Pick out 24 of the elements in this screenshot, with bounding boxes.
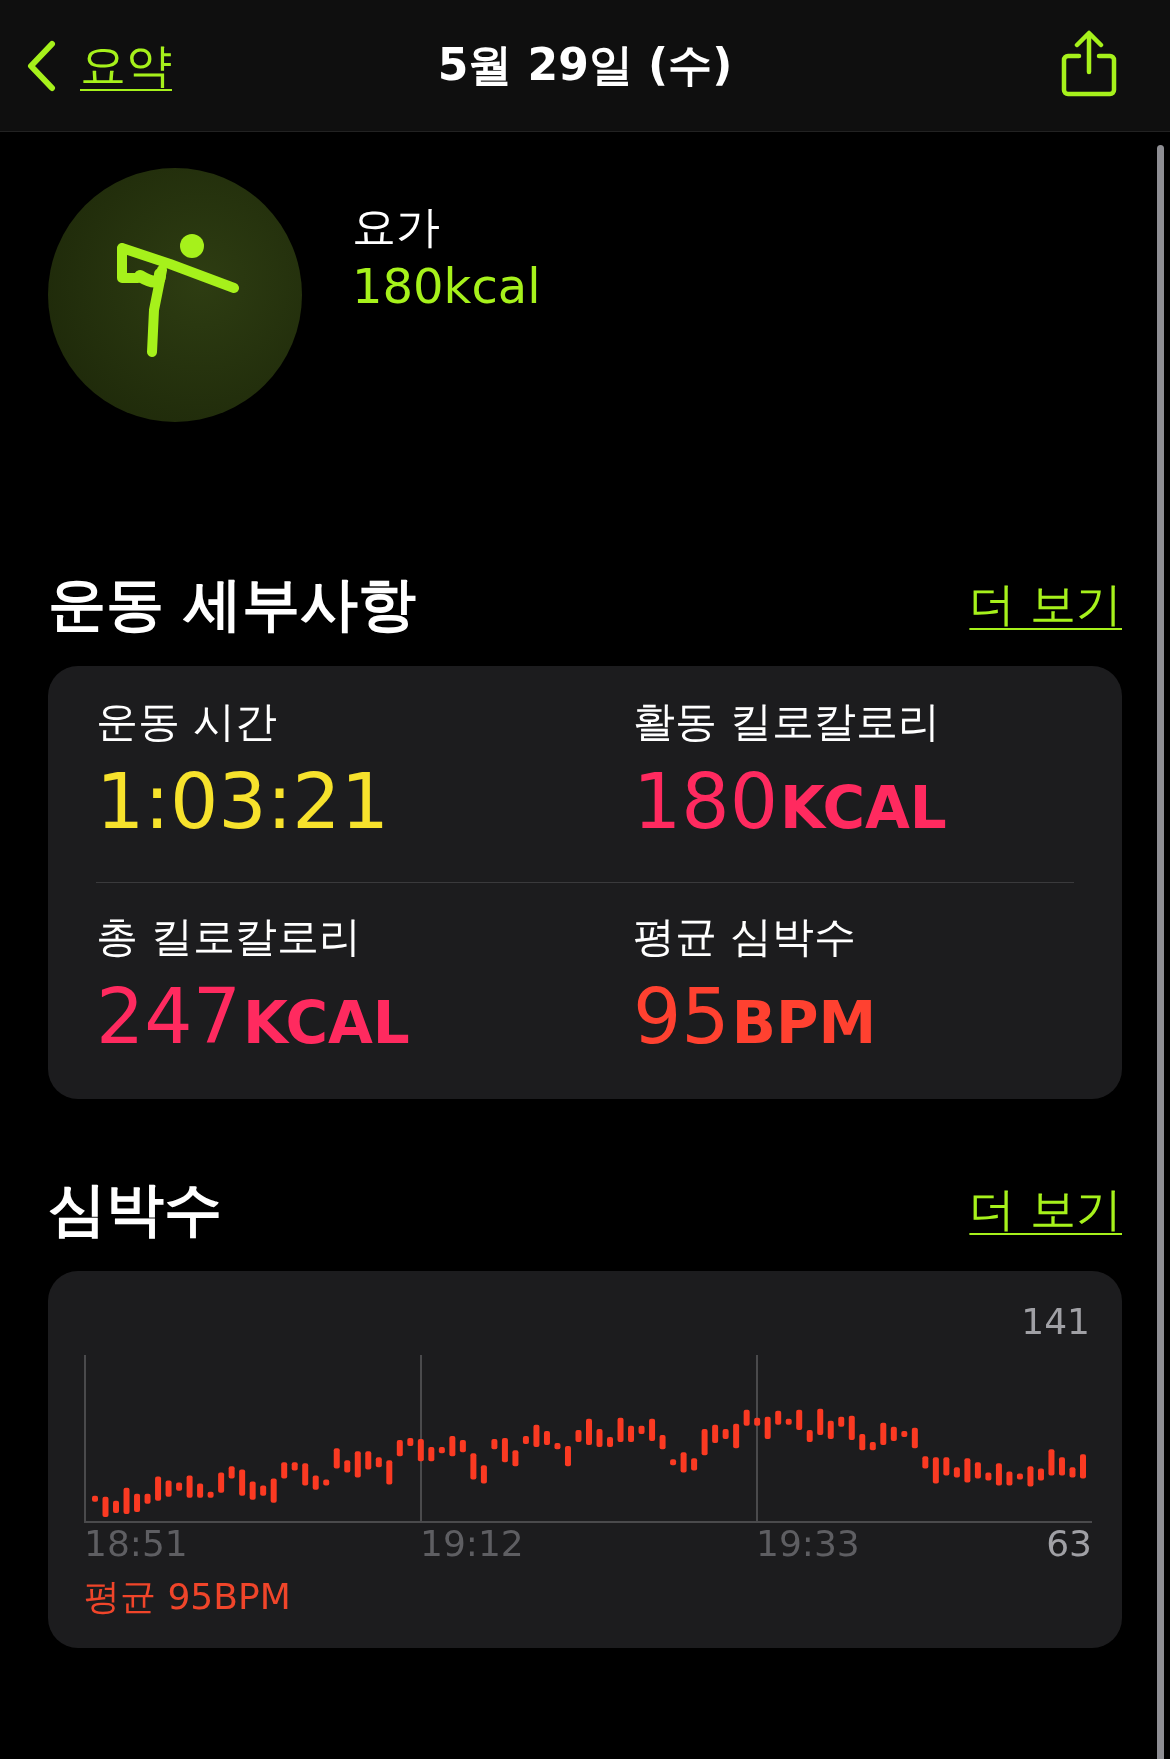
show-more-link[interactable]: 더 보기 [969,574,1122,636]
stat-value: 180 KCAL [633,756,948,848]
stat-label: 평균 심박수 [633,911,858,963]
workout-name: 요가 [352,200,441,254]
average-heart-rate: 평균 95BPM [84,1575,292,1619]
max-value-label: 141 [1021,1301,1090,1344]
chevron-left-icon [26,39,56,92]
stat-value: 1:03:21 [96,756,390,848]
stat-label: 총 킬로칼로리 [96,911,363,963]
section-heading: 심박수 [48,1174,222,1245]
min-value-label: 63 [1046,1523,1092,1564]
workout-calories: 180kcal [352,257,541,316]
share-icon [1060,30,1118,98]
time-label: 18:51 [84,1523,188,1566]
time-label: 19:12 [420,1523,524,1566]
stat-label: 운동 시간 [96,696,279,748]
stat-label: 활동 킬로칼로리 [633,696,942,748]
navigation-title: 5월 29일 (수) [437,38,733,92]
time-label: 19:33 [756,1523,860,1566]
section-heading: 운동 세부사항 [48,569,417,640]
stat-value: 95 BPM [633,971,878,1063]
stat-value: 247 KCAL [96,971,411,1063]
back-button[interactable]: 요약 [26,34,172,97]
show-more-link[interactable]: 더 보기 [969,1179,1122,1241]
